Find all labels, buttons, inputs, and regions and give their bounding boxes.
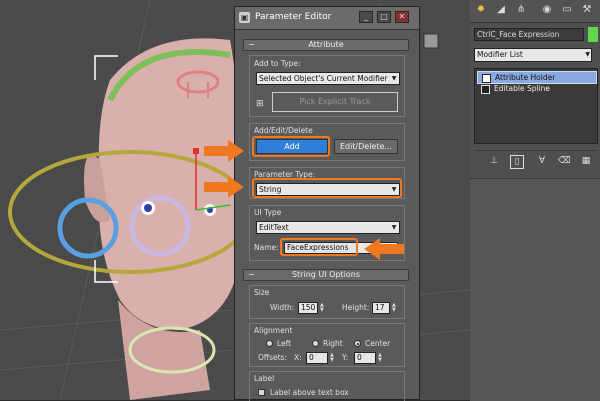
pin-stack-icon[interactable]: ⊥ [488,155,500,167]
offset-x-field[interactable]: 0 [306,352,328,364]
utilities-icon[interactable]: ⚒ [580,3,594,17]
remove-modifier-icon[interactable]: ⌫ [558,155,571,167]
light-bulb-icon [482,73,491,83]
ui-type-label: UI Type [254,208,282,217]
chevron-down-icon: ▼ [585,51,590,58]
pick-explicit-track-button[interactable]: Pick Explicit Track [272,92,398,112]
stack-item-editable-spline[interactable]: Editable Spline [477,83,595,94]
parameter-editor-window: ▣ Parameter Editor _ □ ✕ − Attribute Add… [234,6,420,401]
object-name-field[interactable]: CtrlC_Face Expression [474,28,584,41]
align-center-label: Center [365,339,391,348]
size-group: Size Width: 150 ▲ ▼ Height: 17 ▲ ▼ [249,285,405,319]
collapse-icon: − [248,270,255,279]
minimize-button[interactable]: _ [359,11,373,23]
track-icon: ⊞ [256,99,264,109]
offset-y-spinner[interactable]: ▲ ▼ [378,353,384,363]
stack-item-label: Attribute Holder [495,73,556,82]
ui-type-dropdown[interactable]: EditText ▼ [256,221,400,234]
height-field[interactable]: 17 [372,302,390,314]
align-right-radio[interactable] [312,340,319,347]
collapse-icon: − [248,40,255,49]
string-ui-options-title: String UI Options [291,270,361,279]
add-edit-delete-label: Add/Edit/Delete [254,126,313,135]
offset-x-spinner[interactable]: ▲ ▼ [330,353,336,363]
align-left-label: Left [277,339,292,348]
attribute-rollout-header[interactable]: − Attribute [243,39,409,51]
arrow-parameter-type-icon [204,176,244,198]
label-above-text: Label above text box [270,388,349,397]
name-label: Name: [254,243,279,252]
stack-tools: ⊥ ▯ ∀ ⌫ ▦ [474,150,598,171]
add-to-type-group: Add to Type: Selected Object's Current M… [249,55,405,117]
height-label: Height: [342,303,370,312]
ui-type-value: EditText [259,223,289,232]
edit-delete-button[interactable]: Edit/Delete... [334,139,398,154]
chevron-down-icon: ▼ [389,222,399,233]
close-button[interactable]: ✕ [395,11,409,23]
offset-x-label: X: [294,353,302,362]
attribute-rollout-title: Attribute [308,40,344,49]
add-to-type-label: Add to Type: [254,59,301,68]
offset-y-field[interactable]: 0 [354,352,376,364]
modifier-list-dropdown[interactable]: Modifier List ▼ [474,48,592,62]
hierarchy-icon[interactable]: ⋔ [514,3,528,17]
height-spinner[interactable]: ▲ ▼ [392,303,398,313]
align-right-label: Right [323,339,343,348]
configure-sets-icon[interactable]: ▦ [580,155,592,167]
label-group: Label Label above text box [249,371,405,401]
expand-icon [481,84,490,94]
sun-icon[interactable]: ✸ [474,3,488,17]
modifier-list-label: Modifier List [477,50,523,59]
align-left-radio[interactable] [266,340,273,347]
width-label: Width: [270,303,295,312]
modifier-stack: Attribute Holder Editable Spline [474,68,598,144]
show-end-result-icon[interactable]: ▯ [510,155,524,169]
add-highlight [252,136,330,157]
label-group-label: Label [254,374,275,383]
name-highlight [280,238,358,256]
arrow-name-icon [364,238,404,260]
align-center-radio[interactable] [354,340,361,347]
maximize-button[interactable]: □ [377,11,391,23]
command-panel: ✸ ◢ ⋔ ◉ ▭ ⚒ CtrlC_Face Expression Modifi… [470,0,600,401]
size-label: Size [254,288,270,297]
width-field[interactable]: 150 [298,302,318,314]
width-spinner[interactable]: ▲ ▼ [320,303,326,313]
label-above-checkbox[interactable] [258,389,265,396]
window-title: Parameter Editor [255,12,332,22]
make-unique-icon[interactable]: ∀ [536,155,548,167]
object-color-swatch[interactable] [588,27,598,42]
arrow-add-icon [204,140,244,162]
chevron-down-icon: ▼ [389,73,399,84]
window-titlebar[interactable]: ▣ Parameter Editor _ □ ✕ [235,7,419,30]
alignment-group: Alignment Left Right Center Offsets: X: … [249,323,405,367]
stack-item-label: Editable Spline [494,84,551,93]
app-icon: ▣ [239,12,250,23]
add-to-type-value: Selected Object's Current Modifier [259,74,388,83]
command-panel-tabs: ✸ ◢ ⋔ ◉ ▭ ⚒ [470,0,600,23]
command-panel-body [470,178,600,401]
motion-icon[interactable]: ◉ [540,3,554,17]
offset-y-label: Y: [342,353,349,362]
alignment-label: Alignment [254,326,293,335]
add-to-type-dropdown[interactable]: Selected Object's Current Modifier ▼ [256,72,400,85]
offsets-label: Offsets: [258,353,287,362]
parameter-type-highlight [252,178,402,198]
modify-icon[interactable]: ◢ [494,3,508,17]
string-ui-options-rollout-header[interactable]: − String UI Options [243,269,409,281]
display-icon[interactable]: ▭ [560,3,574,17]
